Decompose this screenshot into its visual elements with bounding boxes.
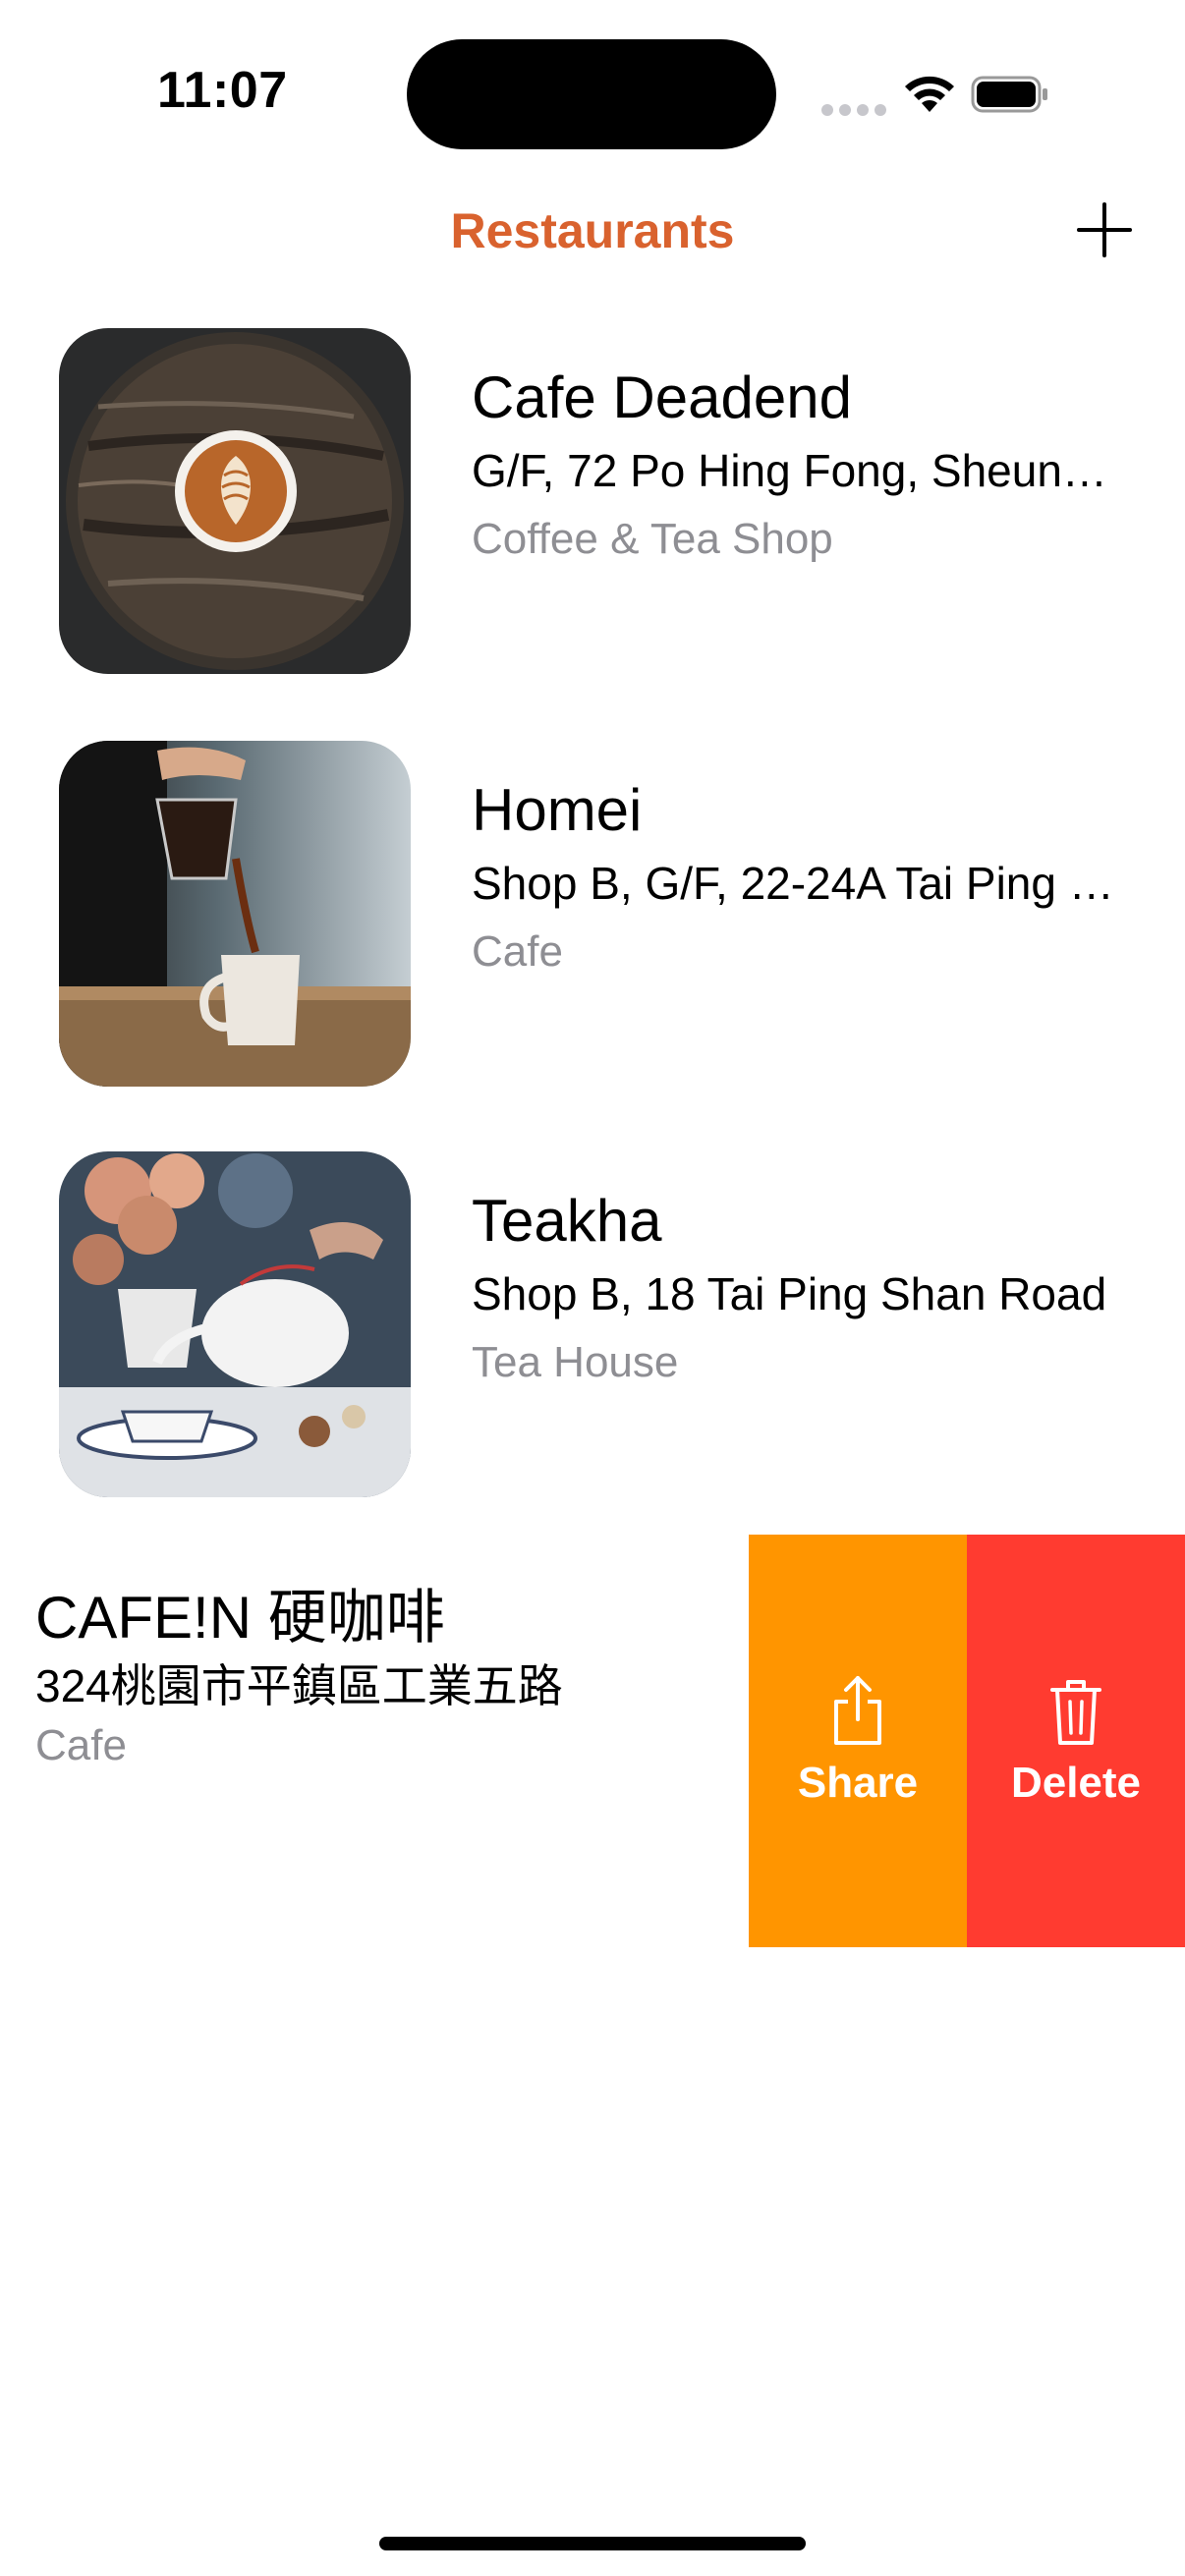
home-indicator[interactable] (379, 2537, 806, 2550)
restaurant-row-swiped[interactable]: CAFE!N 硬咖啡 324桃園市平鎮區工業五路 Cafe Share Dele… (0, 1535, 1185, 1947)
cellular-signal-icon (821, 104, 886, 116)
page-title: Restaurants (450, 203, 735, 258)
delete-label: Delete (1010, 1759, 1142, 1807)
restaurant-name: Cafe Deadend (472, 364, 852, 430)
delete-button[interactable]: Delete (967, 1535, 1185, 1947)
restaurant-row[interactable]: Homei Shop B, G/F, 22-24A Tai Ping San S… (0, 741, 1185, 1153)
restaurant-type: Tea House (472, 1338, 679, 1386)
restaurant-address: G/F, 72 Po Hing Fong, Sheung Wan (472, 445, 1120, 496)
battery-icon (971, 76, 1047, 113)
restaurant-address: Shop B, G/F, 22-24A Tai Ping San Street (472, 858, 1120, 909)
add-restaurant-button[interactable] (1075, 200, 1134, 259)
restaurant-thumbnail (59, 328, 411, 674)
restaurant-address: 324桃園市平鎮區工業五路 (35, 1660, 563, 1711)
share-icon (834, 1676, 881, 1745)
restaurant-address: Shop B, 18 Tai Ping Shan Road (472, 1268, 1107, 1319)
restaurant-type: Cafe (472, 927, 563, 976)
restaurant-type: Cafe (35, 1721, 127, 1769)
plus-icon (1077, 202, 1132, 257)
restaurant-name: Homei (472, 777, 643, 843)
share-button[interactable]: Share (749, 1535, 967, 1947)
restaurant-name: CAFE!N 硬咖啡 (35, 1585, 445, 1651)
trash-icon (1050, 1680, 1101, 1745)
restaurant-thumbnail (59, 1151, 411, 1497)
status-time: 11:07 (157, 62, 288, 119)
wifi-icon (905, 76, 954, 112)
restaurant-row[interactable]: Teakha Shop B, 18 Tai Ping Shan Road Tea… (0, 1151, 1185, 1564)
restaurant-row[interactable]: Cafe Deadend G/F, 72 Po Hing Fong, Sheun… (0, 328, 1185, 741)
restaurant-name: Teakha (472, 1188, 662, 1254)
share-label: Share (797, 1759, 919, 1807)
restaurant-thumbnail (59, 741, 411, 1087)
restaurant-type: Coffee & Tea Shop (472, 515, 833, 563)
restaurant-list-screen: 11:07 Restaurants Cafe Deadend G/F, 72 P… (0, 0, 1185, 2576)
dynamic-island (407, 39, 776, 149)
status-icons (821, 69, 1077, 118)
